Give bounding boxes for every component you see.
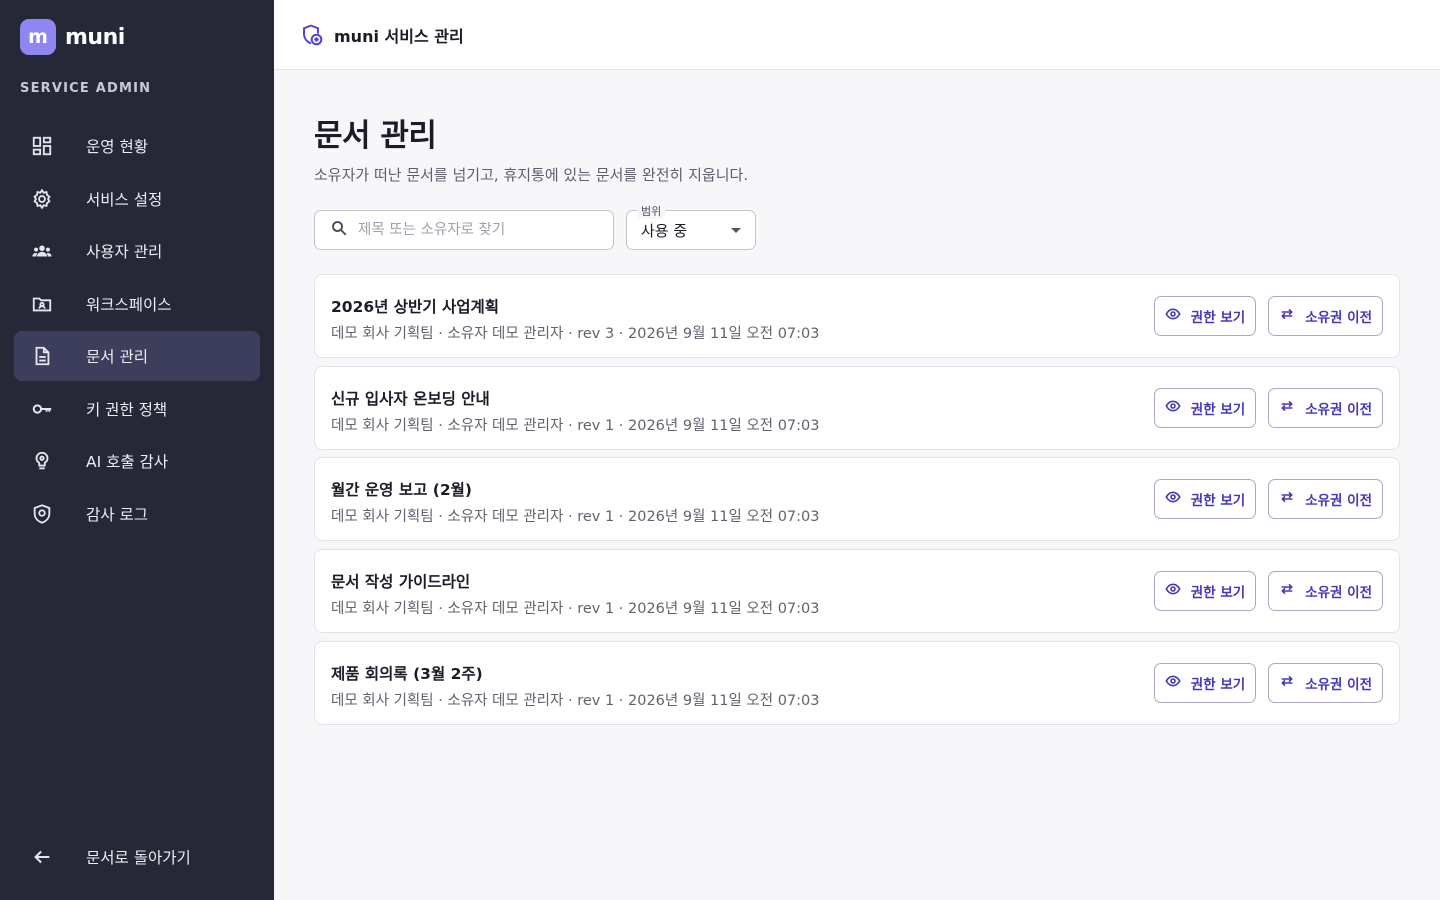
- view-permissions-label: 권한 보기: [1190, 676, 1246, 693]
- sidebar-item-label: AI 호출 감사: [86, 453, 169, 471]
- document-list: 2026년 상반기 사업계획 데모 회사 기획팀 · 소유자 데모 관리자 · …: [314, 274, 1400, 725]
- document-row: 신규 입사자 온보딩 안내 데모 회사 기획팀 · 소유자 데모 관리자 · r…: [314, 365, 1400, 450]
- view-permissions-button[interactable]: 권한 보기: [1153, 387, 1257, 428]
- main-content: 문서 관리 소유자가 떠난 문서를 넘기고, 휴지통에 있는 문서를 완전히 지…: [314, 70, 1400, 732]
- scope-select-label: 범위: [637, 203, 666, 219]
- sidebar-item-label: 감사 로그: [86, 505, 148, 524]
- back-to-documents-link[interactable]: 문서로 돌아가기: [14, 832, 260, 882]
- back-link-label: 문서로 돌아가기: [86, 849, 191, 867]
- page-description: 소유자가 떠난 문서를 넘기고, 휴지통에 있는 문서를 완전히 지웁니다.: [314, 166, 749, 184]
- page-title: 문서 관리: [314, 118, 437, 154]
- sidebar-item-audit-log[interactable]: 감사 로그: [14, 489, 260, 539]
- eye-icon: [1165, 673, 1181, 693]
- view-permissions-label: 권한 보기: [1190, 585, 1246, 602]
- document-actions: 권한 보기 소유권 이전: [1142, 571, 1383, 612]
- swap-arrows-icon: [1279, 398, 1295, 418]
- document-row: 문서 작성 가이드라인 데모 회사 기획팀 · 소유자 데모 관리자 · rev…: [314, 549, 1400, 634]
- transfer-ownership-label: 소유권 이전: [1305, 310, 1372, 326]
- view-permissions-button[interactable]: 권한 보기: [1153, 662, 1257, 703]
- transfer-ownership-button[interactable]: 소유권 이전: [1268, 662, 1383, 703]
- users-icon: [29, 238, 55, 264]
- sidebar-nav: 운영 현황 서비스 설정 사용자 관리 워크스페이스 문서 관리 키 권한 정책…: [14, 121, 260, 541]
- eye-icon: [1165, 489, 1181, 509]
- view-permissions-label: 권한 보기: [1190, 310, 1246, 326]
- search-icon: [330, 219, 348, 241]
- transfer-ownership-button[interactable]: 소유권 이전: [1268, 296, 1383, 336]
- key-icon: [29, 396, 55, 422]
- swap-arrows-icon: [1279, 489, 1295, 509]
- sidebar-item-label: 워크스페이스: [86, 295, 172, 314]
- eye-icon: [1165, 398, 1181, 418]
- view-permissions-label: 권한 보기: [1190, 401, 1246, 418]
- swap-arrows-icon: [1279, 581, 1295, 601]
- ai-audit-icon: [29, 448, 55, 474]
- sidebar-item-documents[interactable]: 문서 관리: [14, 331, 260, 381]
- sidebar-item-dashboard[interactable]: 운영 현황: [14, 121, 260, 171]
- document-actions: 권한 보기 소유권 이전: [1142, 662, 1383, 703]
- document-icon: [29, 343, 55, 369]
- sidebar-item-service-settings[interactable]: 서비스 설정: [14, 174, 260, 224]
- shield-settings-icon: [300, 23, 324, 47]
- sidebar-item-label: 사용자 관리: [86, 243, 163, 261]
- sidebar-item-ai-audit[interactable]: AI 호출 감사: [14, 436, 260, 486]
- document-title: 신규 입사자 온보딩 안내: [331, 389, 490, 408]
- transfer-ownership-button[interactable]: 소유권 이전: [1268, 571, 1383, 612]
- document-meta: 데모 회사 기획팀 · 소유자 데모 관리자 · rev 1 · 2026년 9…: [331, 692, 820, 709]
- brand[interactable]: m muni: [20, 19, 125, 55]
- transfer-ownership-label: 소유권 이전: [1305, 493, 1372, 510]
- document-title: 월간 운영 보고 (2월): [331, 481, 472, 500]
- eye-icon: [1165, 581, 1181, 601]
- sidebar-item-label: 운영 현황: [86, 138, 148, 156]
- transfer-ownership-label: 소유권 이전: [1305, 676, 1372, 693]
- document-title: 문서 작성 가이드라인: [331, 573, 471, 592]
- swap-arrows-icon: [1279, 306, 1295, 326]
- sidebar-item-users[interactable]: 사용자 관리: [14, 226, 260, 276]
- view-permissions-button[interactable]: 권한 보기: [1153, 479, 1257, 520]
- document-title: 2026년 상반기 사업계획: [331, 298, 500, 316]
- document-row: 2026년 상반기 사업계획 데모 회사 기획팀 · 소유자 데모 관리자 · …: [314, 274, 1400, 358]
- scope-select[interactable]: 범위 사용 중: [626, 203, 756, 250]
- brand-logo: m: [20, 19, 56, 55]
- document-row: 제품 회의록 (3월 2주) 데모 회사 기획팀 · 소유자 데모 관리자 · …: [314, 640, 1400, 725]
- caret-down-icon: [731, 228, 741, 233]
- sidebar-item-key-policy[interactable]: 키 권한 정책: [14, 384, 260, 434]
- brand-name: muni: [65, 24, 125, 50]
- search-input[interactable]: [358, 222, 598, 238]
- transfer-ownership-button[interactable]: 소유권 이전: [1268, 387, 1383, 428]
- sidebar-item-label: 문서 관리: [86, 348, 148, 366]
- document-meta: 데모 회사 기획팀 · 소유자 데모 관리자 · rev 3 · 2026년 9…: [331, 326, 820, 342]
- section-label: SERVICE ADMIN: [20, 81, 152, 96]
- sidebar: m muni SERVICE ADMIN 운영 현황 서비스 설정 사용자 관리: [0, 0, 274, 900]
- shield-icon: [29, 501, 55, 527]
- transfer-ownership-label: 소유권 이전: [1305, 401, 1372, 418]
- transfer-ownership-label: 소유권 이전: [1305, 585, 1372, 602]
- search-box[interactable]: [314, 210, 614, 250]
- view-permissions-button[interactable]: 권한 보기: [1153, 296, 1257, 336]
- document-meta: 데모 회사 기획팀 · 소유자 데모 관리자 · rev 1 · 2026년 9…: [331, 509, 820, 526]
- view-permissions-button[interactable]: 권한 보기: [1153, 571, 1257, 612]
- view-permissions-label: 권한 보기: [1190, 493, 1246, 510]
- sidebar-item-label: 서비스 설정: [86, 190, 163, 209]
- workspace-folder-icon: [29, 291, 55, 317]
- sidebar-item-workspace[interactable]: 워크스페이스: [14, 279, 260, 329]
- filters-bar: 범위 사용 중: [314, 203, 1400, 250]
- sidebar-item-label: 키 권한 정책: [86, 400, 168, 419]
- document-meta: 데모 회사 기획팀 · 소유자 데모 관리자 · rev 1 · 2026년 9…: [331, 601, 820, 618]
- eye-icon: [1165, 306, 1181, 326]
- document-actions: 권한 보기 소유권 이전: [1142, 479, 1383, 520]
- document-meta: 데모 회사 기획팀 · 소유자 데모 관리자 · rev 1 · 2026년 9…: [331, 417, 820, 434]
- arrow-left-icon: [29, 844, 55, 870]
- swap-arrows-icon: [1279, 673, 1295, 693]
- document-actions: 권한 보기 소유권 이전: [1142, 387, 1383, 428]
- document-row: 월간 운영 보고 (2월) 데모 회사 기획팀 · 소유자 데모 관리자 · r…: [314, 457, 1400, 542]
- topbar: muni 서비스 관리: [274, 0, 1440, 70]
- gear-icon: [29, 186, 55, 212]
- transfer-ownership-button[interactable]: 소유권 이전: [1268, 479, 1383, 520]
- header-title: muni 서비스 관리: [334, 26, 464, 46]
- document-title: 제품 회의록 (3월 2주): [331, 664, 483, 683]
- scope-select-value: 사용 중: [641, 221, 688, 240]
- dashboard-icon: [29, 133, 55, 159]
- document-actions: 권한 보기 소유권 이전: [1142, 296, 1383, 336]
